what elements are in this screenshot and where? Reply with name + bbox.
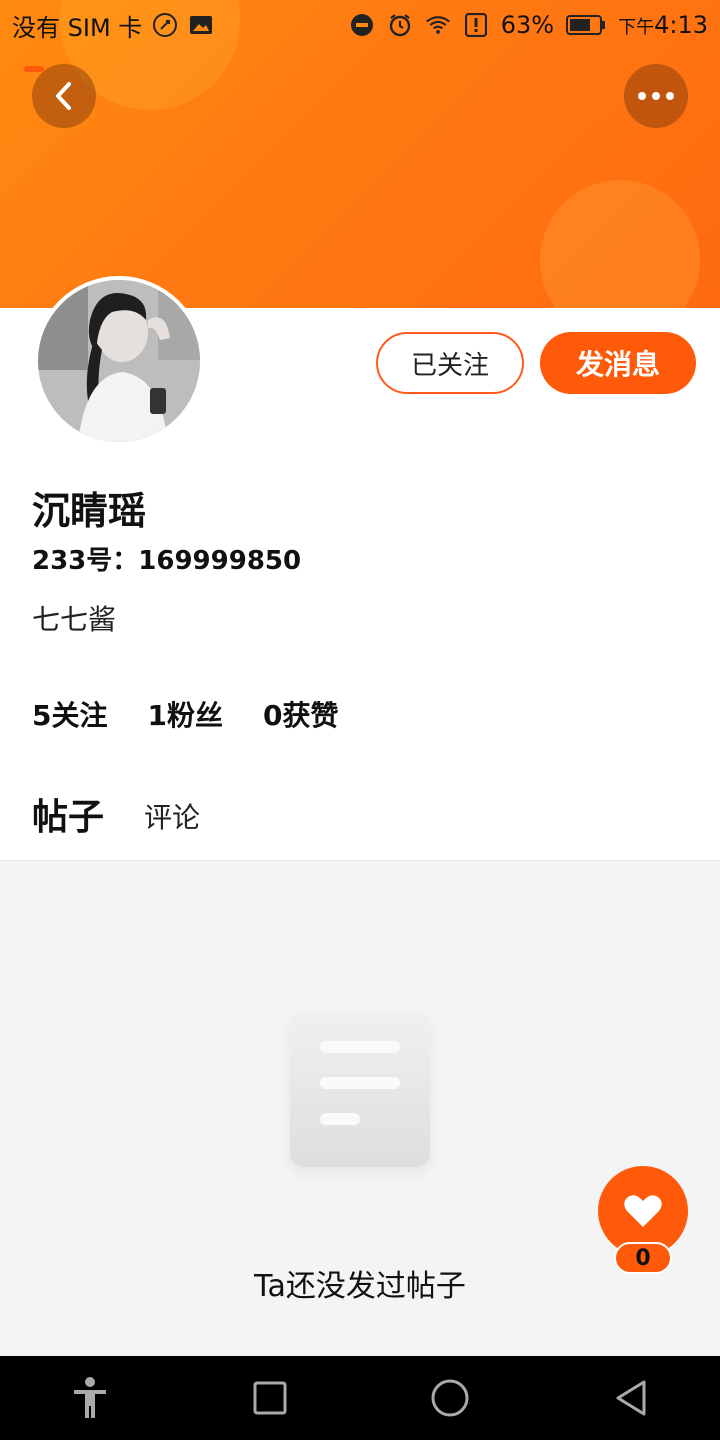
time-prefix: 下午 [618,17,655,38]
back-nav-button[interactable] [600,1368,660,1428]
profile-signature: 七七酱 [32,603,117,636]
image-icon [188,12,214,38]
avatar[interactable] [34,276,204,446]
rocket-icon [152,12,178,38]
empty-document-icon [290,1011,430,1167]
active-tab-indicator [24,66,44,72]
battery-icon [566,12,606,38]
profile-tabs: 帖子 评论 [32,788,200,840]
profile-uid: 233号：169999850 [32,546,302,576]
tab-comments[interactable]: 评论 [144,796,200,840]
banner-decoration [540,180,700,308]
system-nav-bar [0,1356,720,1440]
wifi-icon [425,12,451,38]
avatar-image [38,280,200,442]
tab-posts[interactable]: 帖子 [32,788,104,840]
heart-icon [624,1195,662,1227]
back-button[interactable] [32,64,96,128]
circle-icon [431,1379,469,1417]
more-options-button[interactable] [624,64,688,128]
clock: 下午4:13 [618,11,708,39]
chevron-left-icon [56,82,71,110]
triangle-back-icon [616,1380,646,1416]
square-icon [253,1381,287,1415]
do-not-disturb-icon [349,12,375,38]
like-count-badge: 0 [614,1242,672,1274]
accessibility-button[interactable] [60,1368,120,1428]
home-button[interactable] [420,1368,480,1428]
send-message-button[interactable]: 发消息 [540,332,696,394]
posts-content: Ta还没发过帖子 [0,860,720,1356]
carrier-text: 没有 SIM 卡 [12,13,143,42]
time-value: 4:13 [654,11,708,39]
alert-icon [463,12,489,38]
empty-state-text: Ta还没发过帖子 [254,1269,466,1304]
followers-count[interactable]: 1粉丝 [147,694,222,734]
profile-stats: 5关注 1粉丝 0获赞 [32,694,338,734]
battery-percent: 63% [500,11,555,39]
recent-apps-button[interactable] [240,1368,300,1428]
accessibility-icon [74,1377,106,1418]
following-button[interactable]: 已关注 [376,332,524,394]
likes-count: 0获赞 [262,699,339,732]
following-count[interactable]: 5关注 [32,694,107,734]
status-bar: 没有 SIM 卡 63% 下午4:13 [0,0,720,50]
profile-name: 沉睛瑶 [32,489,147,533]
alarm-icon [387,12,413,38]
more-dots-icon [638,92,674,100]
